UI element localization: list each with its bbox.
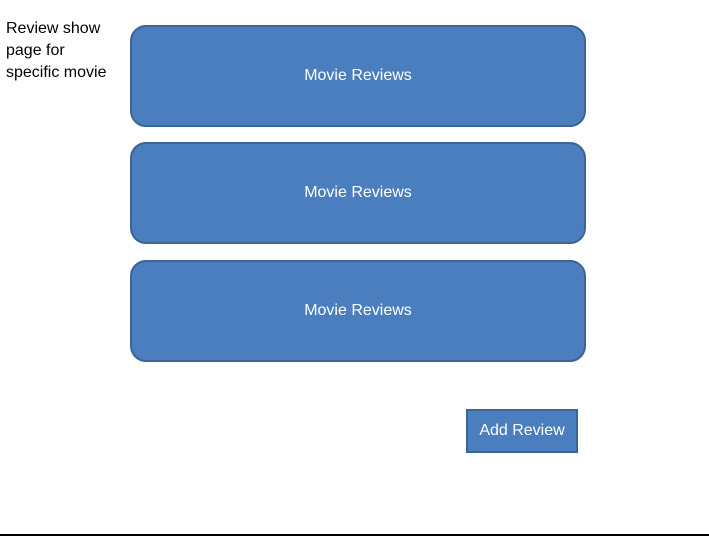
bottom-divider (0, 534, 709, 536)
movie-review-card-label: Movie Reviews (304, 184, 412, 201)
movie-review-card-label: Movie Reviews (304, 67, 412, 84)
page-caption: Review show page for specific movie (6, 20, 107, 81)
movie-review-card[interactable]: Movie Reviews (130, 142, 586, 244)
movie-review-card-label: Movie Reviews (304, 302, 412, 319)
movie-review-card[interactable]: Movie Reviews (130, 25, 586, 127)
movie-review-card[interactable]: Movie Reviews (130, 260, 586, 362)
add-review-button[interactable]: Add Review (466, 409, 578, 453)
